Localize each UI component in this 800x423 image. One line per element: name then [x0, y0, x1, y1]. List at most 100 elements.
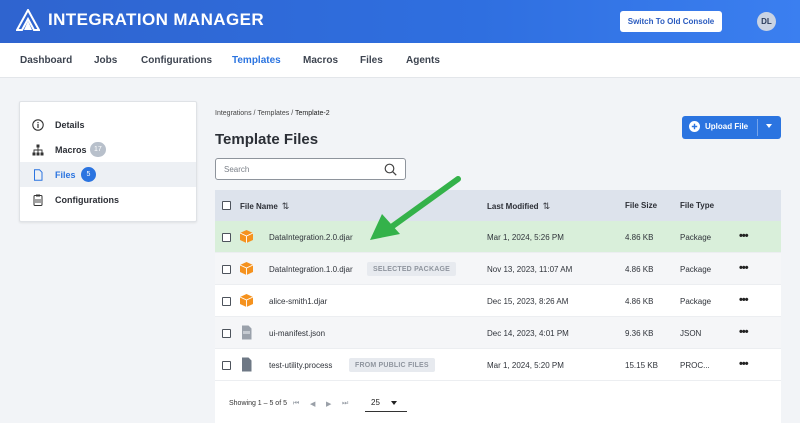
breadcrumb-separator: /	[291, 110, 294, 117]
clipboard-icon	[33, 194, 43, 206]
search-icon[interactable]	[384, 163, 397, 176]
upload-file-button[interactable]: Upload File	[682, 116, 781, 139]
package-icon	[239, 262, 254, 275]
first-page-icon[interactable]: ⏮	[293, 400, 299, 408]
top-header: INTEGRATION MANAGER Switch To Old Consol…	[0, 0, 800, 43]
switch-console-button[interactable]: Switch To Old Console	[620, 11, 722, 32]
last-modified: Dec 15, 2023, 8:26 AM	[487, 297, 569, 306]
info-icon	[32, 118, 44, 131]
column-last-modified[interactable]: Last Modified ⇅	[487, 201, 550, 212]
macros-count-badge: 17	[90, 142, 106, 157]
more-actions-icon[interactable]: •••	[739, 263, 749, 274]
table-row[interactable]: alice-smith1.djar Dec 15, 2023, 8:26 AM …	[215, 285, 781, 317]
file-size: 15.15 KB	[625, 361, 658, 370]
file-type: Package	[680, 265, 712, 274]
column-file-name[interactable]: File Name ⇅	[240, 201, 289, 212]
nav-jobs[interactable]: Jobs	[94, 55, 117, 66]
sidebar-item-label: Details	[55, 119, 85, 130]
app-title: INTEGRATION MANAGER	[48, 10, 264, 29]
select-all-checkbox[interactable]	[222, 201, 231, 210]
button-divider	[757, 119, 758, 136]
row-checkbox[interactable]	[222, 297, 231, 306]
file-type: PROC...	[680, 361, 710, 370]
breadcrumb-templates[interactable]: Templates	[257, 110, 289, 117]
package-icon	[239, 294, 254, 307]
table-row[interactable]: DataIntegration.1.0.djar SELECTED PACKAG…	[215, 253, 781, 285]
row-checkbox[interactable]	[222, 233, 231, 242]
files-table: File Name ⇅ Last Modified ⇅ File Size File…	[215, 190, 781, 423]
per-page-value: 25	[371, 398, 380, 407]
breadcrumb-integrations[interactable]: Integrations	[215, 110, 252, 117]
sidebar-item-configurations[interactable]: Configurations	[20, 187, 196, 212]
files-count-badge: 5	[81, 167, 96, 182]
row-checkbox[interactable]	[222, 265, 231, 274]
last-modified: Dec 14, 2023, 4:01 PM	[487, 329, 569, 338]
table-row[interactable]: ui-manifest.json Dec 14, 2023, 4:01 PM 9…	[215, 317, 781, 349]
file-size: 4.86 KB	[625, 265, 654, 274]
sidebar-item-macros[interactable]: Macros 17	[20, 137, 196, 162]
breadcrumb-separator: /	[253, 110, 256, 117]
last-modified: Mar 1, 2024, 5:20 PM	[487, 361, 564, 370]
page-title: Template Files	[215, 131, 319, 148]
breadcrumb-current: Template-2	[294, 110, 330, 117]
public-files-tag: FROM PUBLIC FILES	[349, 358, 435, 372]
next-page-icon[interactable]: ▶	[326, 400, 331, 408]
last-modified: Nov 13, 2023, 11:07 AM	[487, 265, 573, 274]
chevron-down-icon	[391, 401, 397, 405]
upload-file-label: Upload File	[705, 122, 749, 131]
table-row[interactable]: test-utility.process FROM PUBLIC FILES M…	[215, 349, 781, 381]
pagination: Showing 1 – 5 of 5 ⏮ ◀ ▶ ⏭ 25	[215, 389, 781, 423]
sort-icon[interactable]: ⇅	[282, 201, 290, 211]
nav-dashboard[interactable]: Dashboard	[20, 55, 72, 66]
row-checkbox[interactable]	[222, 329, 231, 338]
last-modified: Mar 1, 2024, 5:26 PM	[487, 233, 564, 242]
prev-page-icon[interactable]: ◀	[310, 400, 315, 408]
column-file-size: File Size	[625, 201, 658, 210]
nav-files[interactable]: Files	[360, 55, 383, 66]
file-name[interactable]: alice-smith1.djar	[269, 297, 327, 306]
nav-macros[interactable]: Macros	[303, 55, 338, 66]
more-actions-icon[interactable]: •••	[739, 295, 749, 306]
package-icon	[239, 230, 254, 243]
search-box	[215, 158, 406, 180]
sidebar-item-label: Files	[55, 169, 76, 180]
hierarchy-icon	[32, 144, 44, 155]
file-size: 4.86 KB	[625, 233, 654, 242]
selected-package-tag: SELECTED PACKAGE	[367, 262, 456, 276]
more-actions-icon[interactable]: •••	[739, 231, 749, 242]
per-page-select[interactable]: 25	[365, 394, 407, 412]
file-size: 4.86 KB	[625, 297, 654, 306]
file-name[interactable]: test-utility.process	[269, 361, 332, 370]
sidebar-item-details[interactable]: Details	[20, 112, 196, 137]
main-nav: Dashboard Jobs Configurations Templates …	[0, 43, 800, 78]
row-checkbox[interactable]	[222, 361, 231, 370]
nav-configurations[interactable]: Configurations	[141, 55, 212, 66]
file-name[interactable]: ui-manifest.json	[269, 329, 325, 338]
more-actions-icon[interactable]: •••	[739, 359, 749, 370]
column-file-type: File Type	[680, 201, 715, 210]
plus-circle-icon	[689, 121, 700, 132]
nav-templates[interactable]: Templates	[232, 55, 281, 66]
more-actions-icon[interactable]: •••	[739, 327, 749, 338]
breadcrumb: Integrations / Templates / Template-2	[215, 110, 330, 117]
file-type: Package	[680, 297, 712, 306]
sidebar-item-files[interactable]: Files 5	[20, 162, 196, 187]
file-size: 9.36 KB	[625, 329, 654, 338]
avatar[interactable]: DL	[757, 12, 776, 31]
file-name[interactable]: DataIntegration.2.0.djar	[269, 233, 353, 242]
sidebar: Details Macros 17 Files 5 Configurations	[19, 101, 197, 222]
column-label: Last Modified	[487, 202, 539, 211]
chevron-down-icon[interactable]	[766, 124, 772, 128]
sort-icon[interactable]: ⇅	[543, 201, 551, 211]
json-file-icon	[242, 325, 252, 340]
nav-agents[interactable]: Agents	[406, 55, 440, 66]
file-name[interactable]: DataIntegration.1.0.djar	[269, 265, 353, 274]
file-type: Package	[680, 233, 712, 242]
process-file-icon	[242, 357, 252, 372]
file-icon	[34, 168, 43, 181]
table-header: File Name ⇅ Last Modified ⇅ File Size File…	[215, 190, 781, 221]
table-row[interactable]: DataIntegration.2.0.djar Mar 1, 2024, 5:…	[215, 221, 781, 253]
search-input[interactable]	[224, 162, 374, 177]
logo-icon	[16, 9, 40, 31]
last-page-icon[interactable]: ⏭	[342, 400, 348, 408]
